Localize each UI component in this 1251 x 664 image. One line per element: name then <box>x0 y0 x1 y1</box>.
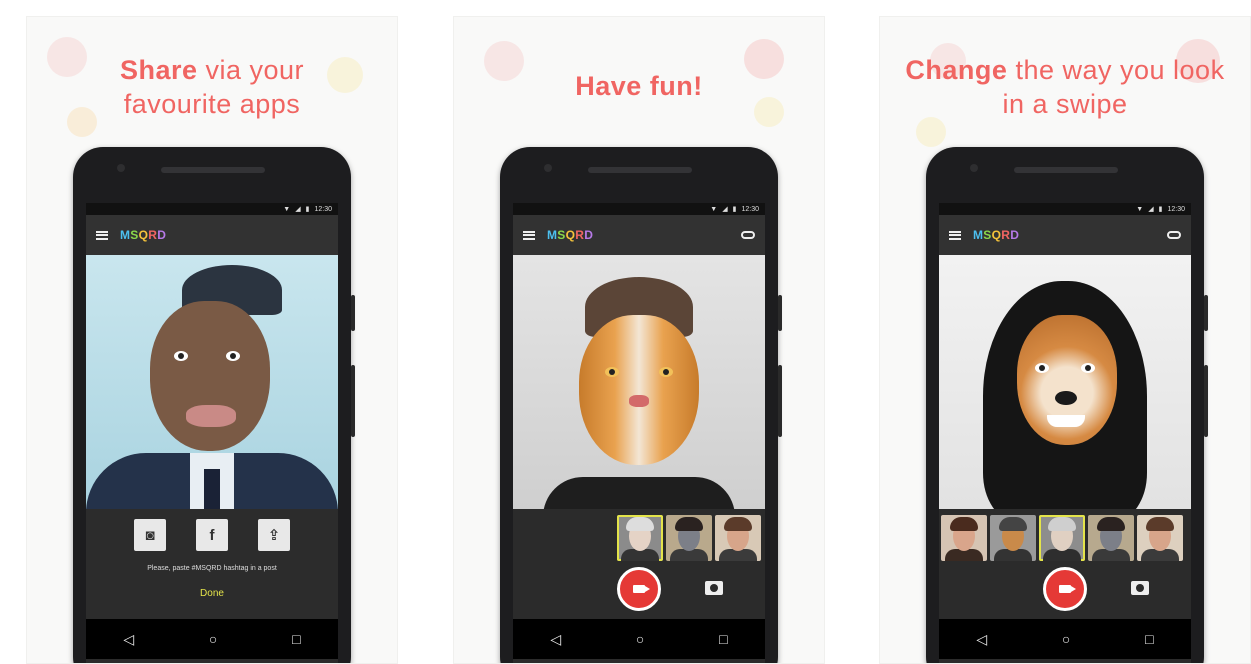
eye <box>174 351 188 361</box>
video-camera-icon <box>1059 585 1076 593</box>
record-video-button[interactable] <box>617 567 661 611</box>
camera-preview <box>86 255 338 509</box>
mask-thumbnail[interactable] <box>666 515 712 561</box>
status-bar: ▼ ◢ ▮ 12:30 <box>939 203 1191 215</box>
camera-preview <box>939 255 1191 509</box>
smile <box>1047 415 1085 427</box>
android-nav-bar: ◁ ○ □ <box>939 619 1191 659</box>
back-icon[interactable]: ◁ <box>976 631 987 648</box>
status-bar: ▼ ◢ ▮ 12:30 <box>513 203 765 215</box>
panel-caption: Share via your favourite apps <box>119 55 305 119</box>
app-toolbar: MSQRD <box>939 215 1191 255</box>
monkey-face-mask <box>150 301 270 451</box>
wifi-icon: ▼ <box>710 205 718 213</box>
status-time: 12:30 <box>314 205 332 213</box>
speaker-grille <box>161 167 265 173</box>
mask-thumbnail[interactable] <box>715 515 761 561</box>
back-icon[interactable]: ◁ <box>123 631 134 648</box>
msqrd-logo: MSQRD <box>120 228 167 242</box>
dog-nose <box>1055 391 1077 405</box>
phone-screen: ▼ ◢ ▮ 12:30 MSQRD <box>513 203 765 663</box>
screenshot-card-change: Change the way you look in a swipe ▼ ◢ ▮… <box>879 16 1251 664</box>
battery-icon: ▮ <box>1158 206 1163 213</box>
menu-icon[interactable] <box>523 230 535 240</box>
camera-icon[interactable] <box>705 581 723 595</box>
wifi-icon: ▼ <box>283 205 291 213</box>
record-video-button[interactable] <box>1043 567 1087 611</box>
front-camera <box>544 164 552 172</box>
speaker-grille <box>588 167 692 173</box>
camera-preview <box>513 255 765 509</box>
video-camera-icon <box>633 585 650 593</box>
home-icon[interactable]: ○ <box>209 631 217 647</box>
phone-screen: ▼ ◢ ▮ 12:30 MSQRD <box>86 203 338 663</box>
msqrd-logo: MSQRD <box>973 228 1020 242</box>
instagram-icon[interactable]: ◙ <box>134 519 166 551</box>
phone-mockup: ▼ ◢ ▮ 12:30 MSQRD <box>73 147 355 663</box>
battery-icon: ▮ <box>732 206 737 213</box>
back-icon[interactable]: ◁ <box>550 631 561 648</box>
android-nav-bar: ◁ ○ □ <box>513 619 765 659</box>
eye <box>659 367 673 377</box>
app-toolbar: MSQRD <box>513 215 765 255</box>
eye <box>1081 363 1095 373</box>
recents-icon[interactable]: □ <box>719 631 727 647</box>
facebook-icon[interactable]: f <box>196 519 228 551</box>
camera-icon[interactable] <box>1131 581 1149 595</box>
screenshot-card-fun: Have fun! ▼ ◢ ▮ 12:30 MSQRD ◁ ○ □ <box>453 16 825 664</box>
recents-icon[interactable]: □ <box>1145 631 1153 647</box>
app-toolbar: MSQRD <box>86 215 338 255</box>
mask-carousel <box>617 515 761 561</box>
share-panel: ◙ f ⇪ Please, paste #MSQRD hashtag in a … <box>86 509 338 619</box>
screenshot-card-share: Share via your favourite apps ▼ ◢ ▮ 12:3… <box>26 16 398 664</box>
nose <box>629 395 649 407</box>
menu-icon[interactable] <box>949 230 961 240</box>
done-button[interactable]: Done <box>86 588 338 599</box>
mask-thumbnail[interactable] <box>1039 515 1085 561</box>
menu-icon[interactable] <box>96 230 108 240</box>
shirt <box>543 477 735 509</box>
android-nav-bar: ◁ ○ □ <box>86 619 338 659</box>
panel-caption: Change the way you look in a swipe <box>905 55 1225 119</box>
panel-caption: Have fun! <box>575 71 703 101</box>
status-time: 12:30 <box>741 205 759 213</box>
phone-mockup: ▼ ◢ ▮ 12:30 MSQRD <box>500 147 782 663</box>
mask-thumbnail[interactable] <box>990 515 1036 561</box>
msqrd-logo: MSQRD <box>547 228 594 242</box>
signal-icon: ◢ <box>722 206 728 213</box>
wifi-icon: ▼ <box>1136 205 1144 213</box>
eye <box>226 351 240 361</box>
switch-camera-icon[interactable] <box>1167 231 1181 239</box>
battery-icon: ▮ <box>305 206 310 213</box>
tie <box>204 469 220 509</box>
switch-camera-icon[interactable] <box>741 231 755 239</box>
mask-thumbnail[interactable] <box>941 515 987 561</box>
front-camera <box>117 164 125 172</box>
mouth <box>186 405 236 427</box>
mask-carousel <box>941 515 1183 561</box>
front-camera <box>970 164 978 172</box>
recents-icon[interactable]: □ <box>292 631 300 647</box>
signal-icon: ◢ <box>295 206 301 213</box>
speaker-grille <box>1014 167 1118 173</box>
mask-thumbnail[interactable] <box>1137 515 1183 561</box>
mask-thumbnail[interactable] <box>617 515 663 561</box>
eye <box>1035 363 1049 373</box>
status-time: 12:30 <box>1167 205 1185 213</box>
status-bar: ▼ ◢ ▮ 12:30 <box>86 203 338 215</box>
phone-screen: ▼ ◢ ▮ 12:30 MSQRD <box>939 203 1191 663</box>
hashtag-hint: Please, paste #MSQRD hashtag in a post <box>147 565 277 572</box>
signal-icon: ◢ <box>1148 206 1154 213</box>
mask-thumbnail[interactable] <box>1088 515 1134 561</box>
eye <box>605 367 619 377</box>
phone-mockup: ▼ ◢ ▮ 12:30 MSQRD <box>926 147 1208 663</box>
share-icon[interactable]: ⇪ <box>258 519 290 551</box>
home-icon[interactable]: ○ <box>1062 631 1070 647</box>
background-doodle <box>916 117 946 147</box>
tiger-face-mask <box>579 315 699 465</box>
home-icon[interactable]: ○ <box>636 631 644 647</box>
